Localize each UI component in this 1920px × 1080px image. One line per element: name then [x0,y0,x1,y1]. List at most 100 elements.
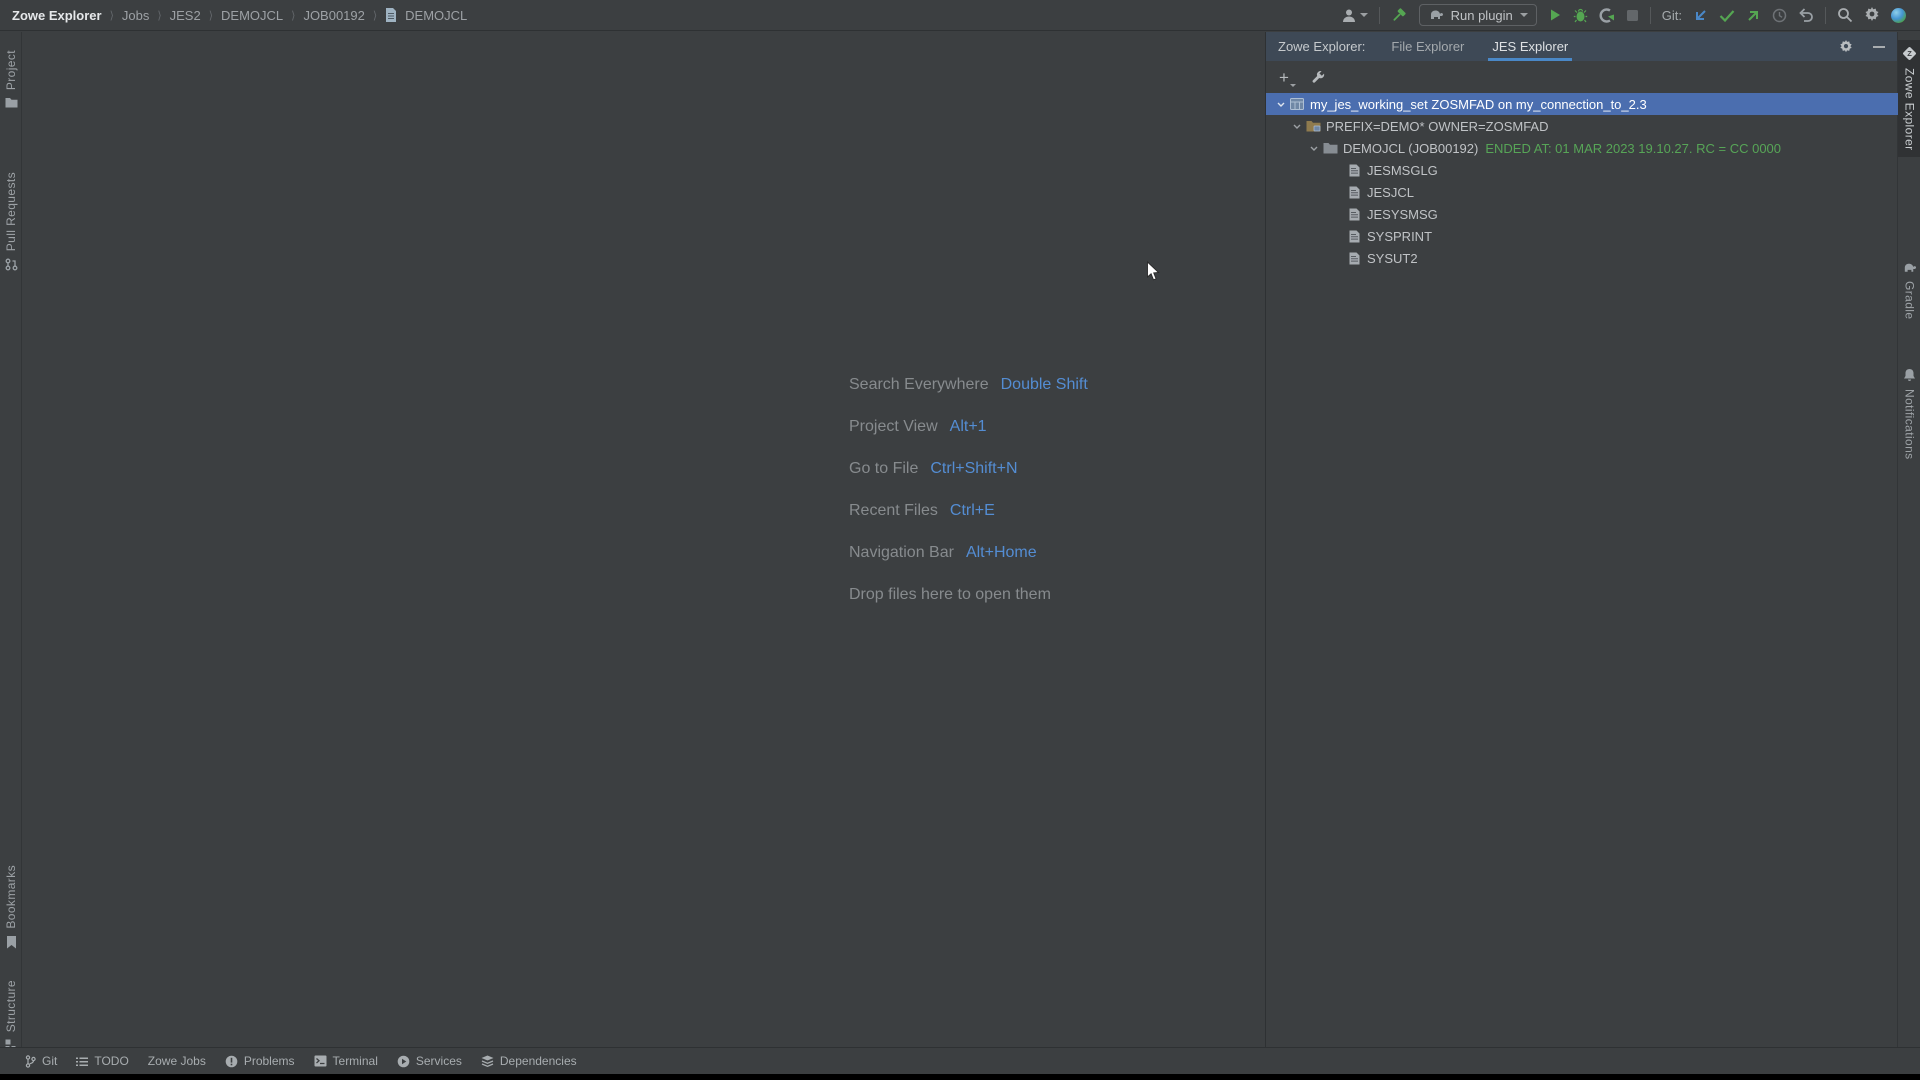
sidebar-item-notifications[interactable]: Notifications [1898,368,1920,460]
statusbar-item-terminal[interactable]: Terminal [314,1054,378,1068]
statusbar-item-dependencies[interactable]: Dependencies [481,1054,577,1068]
tree-row-job[interactable]: DEMOJCL (JOB00192) ENDED AT: 01 MAR 2023… [1266,137,1898,159]
breadcrumb-item[interactable]: JES2 [170,8,201,23]
tree-row-spool-file[interactable]: SYSPRINT [1266,225,1898,247]
jes-filter-folder-icon [1305,120,1321,132]
run-configuration-label: Run plugin [1451,8,1513,23]
chevron-down-icon[interactable] [1289,124,1305,129]
breadcrumb-separator-icon: ⟩ [157,9,161,22]
sidebar-item-pull-requests[interactable]: Pull Requests [0,172,22,271]
stop-icon[interactable] [1626,9,1639,22]
tab-jes-explorer[interactable]: JES Explorer [1490,32,1570,61]
keyboard-shortcuts-hint: Search Everywhere Double Shift Project V… [849,364,1088,616]
breadcrumb-item[interactable]: JOB00192 [303,8,364,23]
statusbar-item-zowe-jobs[interactable]: Zowe Jobs [148,1054,206,1068]
tree-row-spool-file[interactable]: JESJCL [1266,181,1898,203]
sidebar-item-zowe-explorer[interactable]: Z Zowe Explorer [1898,40,1920,157]
chevron-down-icon[interactable] [1273,102,1289,107]
breadcrumb-item[interactable]: Jobs [122,8,149,23]
tree-row-prefix-filter[interactable]: PREFIX=DEMO* OWNER=ZOSMFAD [1266,115,1898,137]
tool-stripe-label: Gradle [1903,281,1917,319]
sidebar-item-structure[interactable]: Structure [0,980,22,1051]
breadcrumb-item[interactable]: DEMOJCL [405,8,467,23]
sidebar-item-project[interactable]: Project [0,50,22,108]
debug-icon[interactable] [1573,8,1588,23]
toolbar-separator [1825,7,1826,24]
breadcrumb-separator-icon: ⟩ [373,9,377,22]
tool-stripe-label: Bookmarks [4,865,18,929]
bookmark-icon [6,936,17,949]
shortcut-line: Go to File Ctrl+Shift+N [849,448,1088,490]
job-folder-icon [1322,142,1338,154]
tree-row-label: my_jes_working_set ZOSMFAD on my_connect… [1310,97,1647,112]
sidebar-item-bookmarks[interactable]: Bookmarks [0,865,22,949]
tree-row-label: DEMOJCL (JOB00192) [1343,141,1478,156]
tool-window-bar: Git TODO Zowe Jobs Problems Terminal [0,1047,1920,1074]
hammer-build-icon[interactable] [1391,7,1408,24]
add-icon[interactable]: + [1279,69,1289,86]
tool-stripe-label: Zowe Explorer [1903,68,1917,151]
shortcut-line: Project View Alt+1 [849,406,1088,448]
tree-row-spool-file[interactable]: JESMSGLG [1266,159,1898,181]
ide-sphere-icon[interactable] [1891,8,1906,23]
pull-request-icon [5,258,18,271]
profiler-icon[interactable] [1599,8,1615,23]
screen-letterbox [0,1074,1920,1080]
tool-stripe-label: Project [4,50,18,90]
statusbar-item-problems[interactable]: Problems [225,1054,295,1068]
tool-window-header: Zowe Explorer: File Explorer JES Explore… [1266,32,1897,61]
spool-file-icon [1346,164,1362,177]
sidebar-item-gradle[interactable]: Gradle [1898,262,1920,319]
shortcut-action: Go to File [849,460,918,478]
statusbar-item-services[interactable]: Services [397,1054,462,1068]
shortcut-action: Project View [849,418,938,436]
run-icon[interactable] [1548,8,1562,22]
settings-gear-icon[interactable] [1839,40,1853,54]
editor-empty-area: Search Everywhere Double Shift Project V… [23,32,1265,1047]
shortcut-keys: Alt+Home [966,544,1037,562]
statusbar-item-todo[interactable]: TODO [76,1054,128,1068]
git-update-icon[interactable] [1693,8,1708,23]
git-push-icon[interactable] [1746,8,1761,23]
tree-row-working-set[interactable]: my_jes_working_set ZOSMFAD on my_connect… [1266,93,1898,115]
spool-file-icon [1346,208,1362,221]
dependencies-icon [481,1055,494,1068]
tree-row-label: JESMSGLG [1367,163,1438,178]
toolbar-separator [1650,7,1651,24]
problems-icon [225,1055,238,1068]
tree-row-label: PREFIX=DEMO* OWNER=ZOSMFAD [1326,119,1548,134]
spool-file-icon [1346,186,1362,199]
git-branch-icon [25,1055,36,1068]
tool-stripe-label: Pull Requests [4,172,18,251]
todo-list-icon [76,1056,88,1067]
tree-row-spool-file[interactable]: JESYSMSG [1266,203,1898,225]
wrench-icon[interactable] [1311,70,1325,84]
statusbar-item-git[interactable]: Git [25,1054,57,1068]
history-clock-icon[interactable] [1772,8,1787,23]
user-icon[interactable] [1341,8,1368,23]
tool-stripe-label: Structure [4,980,18,1032]
search-icon[interactable] [1837,7,1853,23]
settings-gear-icon[interactable] [1864,7,1880,23]
tab-file-explorer[interactable]: File Explorer [1389,32,1466,61]
chevron-down-icon[interactable] [1306,146,1322,151]
tool-window-title: Zowe Explorer: [1278,39,1365,54]
hide-panel-icon[interactable] [1873,46,1885,48]
run-configuration-select[interactable]: Run plugin [1419,4,1537,26]
spool-file-icon [1346,230,1362,243]
shortcut-keys: Ctrl+Shift+N [930,460,1017,478]
shortcut-line: Navigation Bar Alt+Home [849,532,1088,574]
folder-icon [5,97,18,108]
job-status-text: ENDED AT: 01 MAR 2023 19.10.27. RC = CC … [1485,141,1781,156]
navigation-bar: Zowe Explorer ⟩ Jobs ⟩ JES2 ⟩ DEMOJCL ⟩ … [0,0,1920,31]
tree-row-label: SYSUT2 [1367,251,1418,266]
tree-row-spool-file[interactable]: SYSUT2 [1266,247,1898,269]
git-commit-icon[interactable] [1719,9,1735,22]
breadcrumb-separator-icon: ⟩ [110,9,114,22]
tree-row-label: SYSPRINT [1367,229,1432,244]
breadcrumb-item[interactable]: DEMOJCL [221,8,283,23]
panel-toolbar: + [1266,61,1897,93]
breadcrumb-item[interactable]: Zowe Explorer [12,8,102,23]
breadcrumb-separator-icon: ⟩ [291,9,295,22]
rollback-icon[interactable] [1798,8,1814,22]
